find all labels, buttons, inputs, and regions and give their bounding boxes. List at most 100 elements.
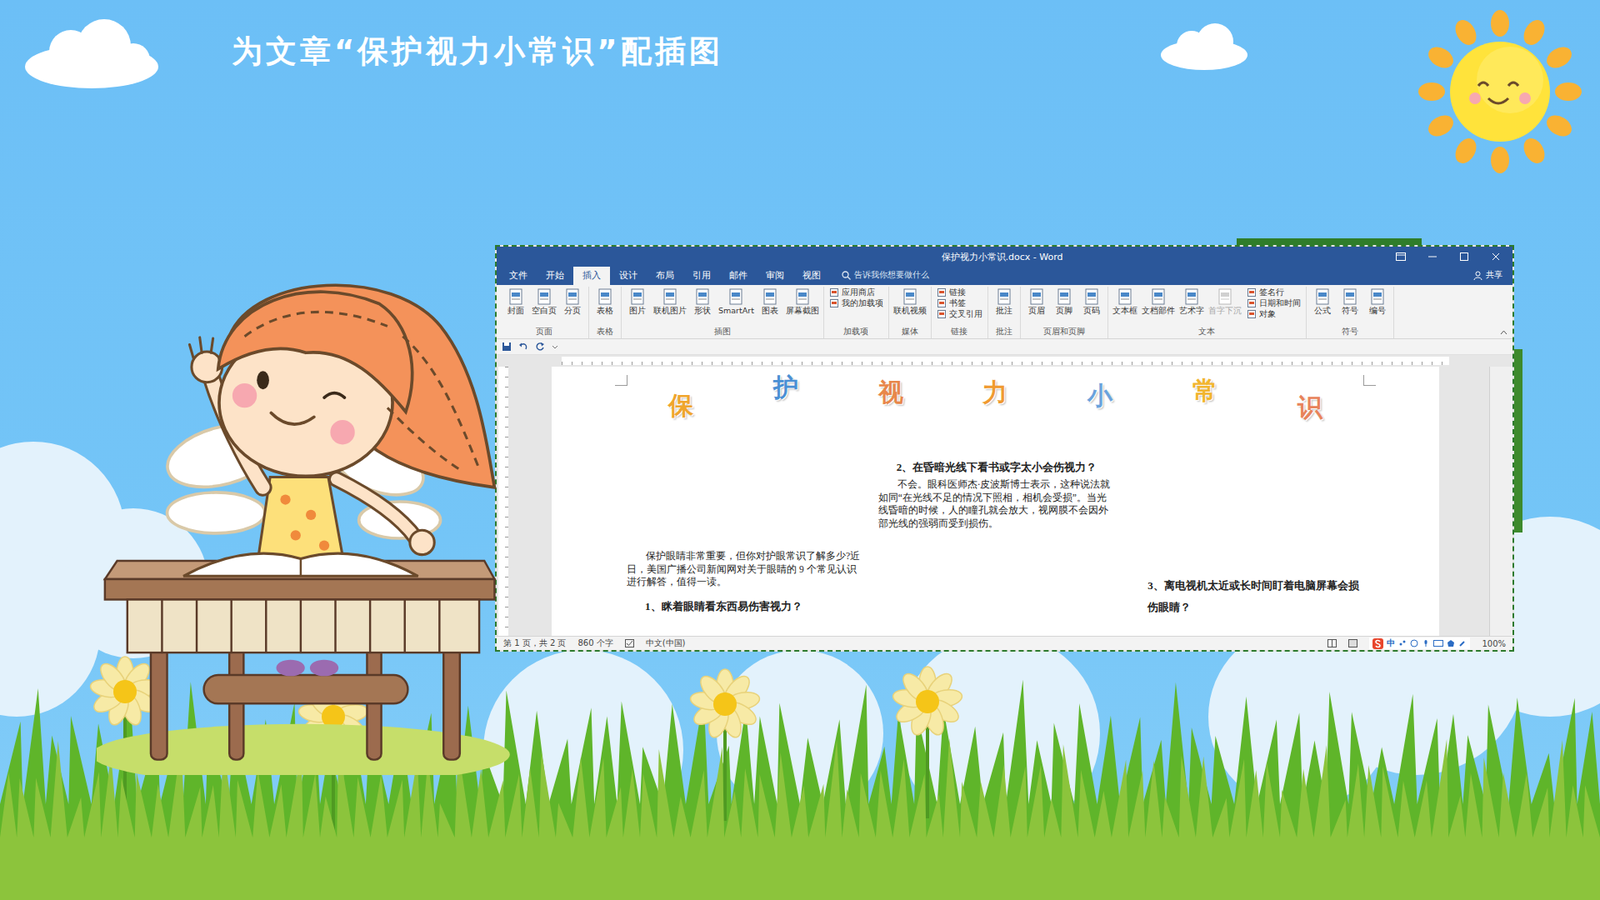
ribbon-button[interactable]: 页码: [1078, 286, 1105, 317]
ribbon-button[interactable]: 形状: [689, 286, 716, 317]
section-heading[interactable]: 3、离电视机太近或长时间盯着电脑屏幕会损伤眼睛？: [1129, 575, 1365, 619]
skin-icon: [1446, 639, 1455, 648]
undo-icon[interactable]: [518, 341, 529, 352]
ribbon-button[interactable]: 空白页: [530, 286, 559, 317]
command-icon: [595, 287, 615, 306]
horizontal-ruler: [496, 355, 1513, 367]
ribbon-button[interactable]: 书签: [934, 297, 985, 309]
ribbon-button[interactable]: 艺术字: [1177, 286, 1206, 317]
command-icon: [1368, 287, 1387, 306]
ribbon-group: 页眉页脚页码页眉和页脚: [1020, 286, 1109, 339]
tab-bar: 文件开始插入设计布局引用邮件审阅视图告诉我你想要做什么 共享: [496, 266, 1513, 285]
search-box[interactable]: 告诉我你想要做什么: [830, 269, 930, 285]
ribbon-button[interactable]: 符号: [1336, 286, 1364, 317]
zoom-level[interactable]: 100%: [1481, 639, 1506, 649]
ribbon-tab[interactable]: 开始: [536, 266, 574, 285]
ribbon-display-icon[interactable]: [1395, 252, 1406, 261]
ribbon-button[interactable]: 页脚: [1050, 286, 1078, 317]
command-icon: [726, 287, 745, 306]
ribbon-button[interactable]: 页眉: [1023, 286, 1050, 317]
ribbon-button[interactable]: 应用商店: [826, 286, 886, 298]
ribbon-group: 封面空白页分页页面: [500, 286, 590, 339]
ribbon-tab[interactable]: 插入: [573, 266, 610, 285]
ribbon-group: 联机视频媒体: [889, 286, 932, 339]
command-icon: [900, 287, 920, 306]
ribbon-button[interactable]: 批注: [990, 286, 1018, 317]
maximize-icon[interactable]: [1459, 252, 1470, 261]
command-icon: [793, 287, 812, 306]
ribbon-group: 批注批注: [988, 286, 1021, 339]
ribbon-button[interactable]: 屏幕截图: [784, 286, 821, 317]
keyboard-icon: [1433, 639, 1444, 648]
punctuation-icon: [1398, 639, 1407, 648]
command-icon: [829, 298, 840, 309]
paragraph[interactable]: 不会。眼科医师杰·皮波斯博士表示，这种说法就如同“在光线不足的情况下照相，相机会…: [878, 478, 1114, 530]
command-icon: [660, 287, 680, 306]
ribbon-tab[interactable]: 设计: [610, 266, 647, 285]
ribbon-button[interactable]: 对象: [1244, 308, 1304, 320]
ribbon-tab[interactable]: 引用: [683, 266, 720, 285]
paragraph[interactable]: 保护眼睛非常重要，但你对护眼常识了解多少?近日，美国广播公司新闻网对关于眼睛的 …: [626, 550, 862, 590]
scrollbar[interactable]: [1489, 366, 1513, 636]
ribbon-tab[interactable]: 文件: [500, 266, 537, 285]
ribbon-group: 应用商店我的加载项加载项: [824, 286, 890, 339]
save-icon[interactable]: [501, 341, 512, 352]
minimize-icon[interactable]: [1427, 252, 1438, 261]
ribbon-button[interactable]: SmartArt: [716, 286, 756, 317]
ribbon-button[interactable]: 分页: [559, 286, 586, 317]
ribbon-tab[interactable]: 视图: [793, 266, 830, 285]
ribbon-button[interactable]: 联机图片: [651, 286, 689, 317]
ribbon-group-label: 页眉和页脚: [1023, 325, 1105, 339]
ribbon-button[interactable]: 编号: [1364, 286, 1391, 317]
ribbon-button[interactable]: 表格: [591, 286, 619, 317]
wordart-letter: 护: [773, 373, 799, 402]
ribbon-button[interactable]: 文档部件: [1140, 286, 1177, 317]
input-method-toolbar[interactable]: 中: [1369, 637, 1470, 650]
ribbon-group-label: 文本: [1110, 325, 1304, 339]
title-bar: 保护视力小常识.docx - Word: [496, 246, 1513, 267]
print-layout-icon[interactable]: [1348, 639, 1358, 648]
ribbon-group: 文本框文档部件艺术字首字下沉签名行日期和时间对象文本: [1108, 286, 1307, 339]
command-icon: [1027, 287, 1046, 306]
ribbon-button[interactable]: 签名行: [1244, 286, 1304, 298]
section-heading[interactable]: 1、眯着眼睛看东西易伤害视力？: [626, 595, 862, 618]
window-controls: [1063, 252, 1507, 261]
command-icon: [936, 309, 947, 320]
ribbon-group-label: 链接: [934, 325, 985, 339]
emoji-icon: [1410, 639, 1419, 648]
command-icon: [936, 298, 947, 309]
collapse-ribbon-icon[interactable]: [1500, 330, 1508, 335]
ribbon: 封面空白页分页页面表格表格图片联机图片形状SmartArt图表屏幕截图插图应用商…: [496, 285, 1513, 340]
text-column: 保护眼睛非常重要，但你对护眼常识了解多少?近日，美国广播公司新闻网对关于眼睛的 …: [626, 425, 862, 619]
read-mode-icon[interactable]: [1327, 639, 1337, 648]
customize-dropdown-icon[interactable]: [551, 341, 559, 352]
share-button[interactable]: 共享: [1473, 269, 1513, 285]
ribbon-tab[interactable]: 布局: [646, 266, 684, 285]
redo-icon[interactable]: [535, 341, 545, 352]
wordart-letter: 小: [1087, 381, 1113, 410]
ribbon-button[interactable]: 首字下沉: [1206, 286, 1244, 317]
ribbon-tab[interactable]: 审阅: [756, 266, 794, 285]
page-count[interactable]: 第 1 页，共 2 页: [503, 637, 566, 650]
proofing-icon[interactable]: [625, 639, 635, 648]
ribbon-button[interactable]: 我的加载项: [826, 297, 886, 309]
section-heading[interactable]: 2、在昏暗光线下看书或字太小会伤视力？: [878, 456, 1114, 479]
language[interactable]: 中文(中国): [645, 637, 686, 650]
person-icon: [1473, 270, 1483, 280]
ribbon-button[interactable]: 图表: [756, 286, 784, 317]
ribbon-button[interactable]: 文本框: [1110, 286, 1140, 317]
ribbon-button[interactable]: 公式: [1309, 286, 1336, 317]
close-icon[interactable]: [1490, 252, 1501, 261]
ribbon-group: 公式符号编号符号: [1306, 286, 1395, 339]
ribbon-button[interactable]: 图片: [624, 286, 651, 317]
ribbon-button[interactable]: 联机视频: [891, 286, 929, 317]
word-count[interactable]: 860 个字: [577, 637, 613, 650]
ribbon-group: 表格表格: [589, 286, 622, 339]
ribbon-tab[interactable]: 邮件: [720, 266, 757, 285]
ribbon-button[interactable]: 链接: [934, 286, 985, 298]
ribbon-button[interactable]: 日期和时间: [1244, 297, 1304, 309]
ribbon-button[interactable]: 封面: [502, 286, 530, 317]
ribbon-button[interactable]: 交叉引用: [934, 308, 985, 320]
wordart-letter: 保: [668, 391, 694, 420]
ribbon-group: 链接书签交叉引用链接: [931, 286, 989, 339]
